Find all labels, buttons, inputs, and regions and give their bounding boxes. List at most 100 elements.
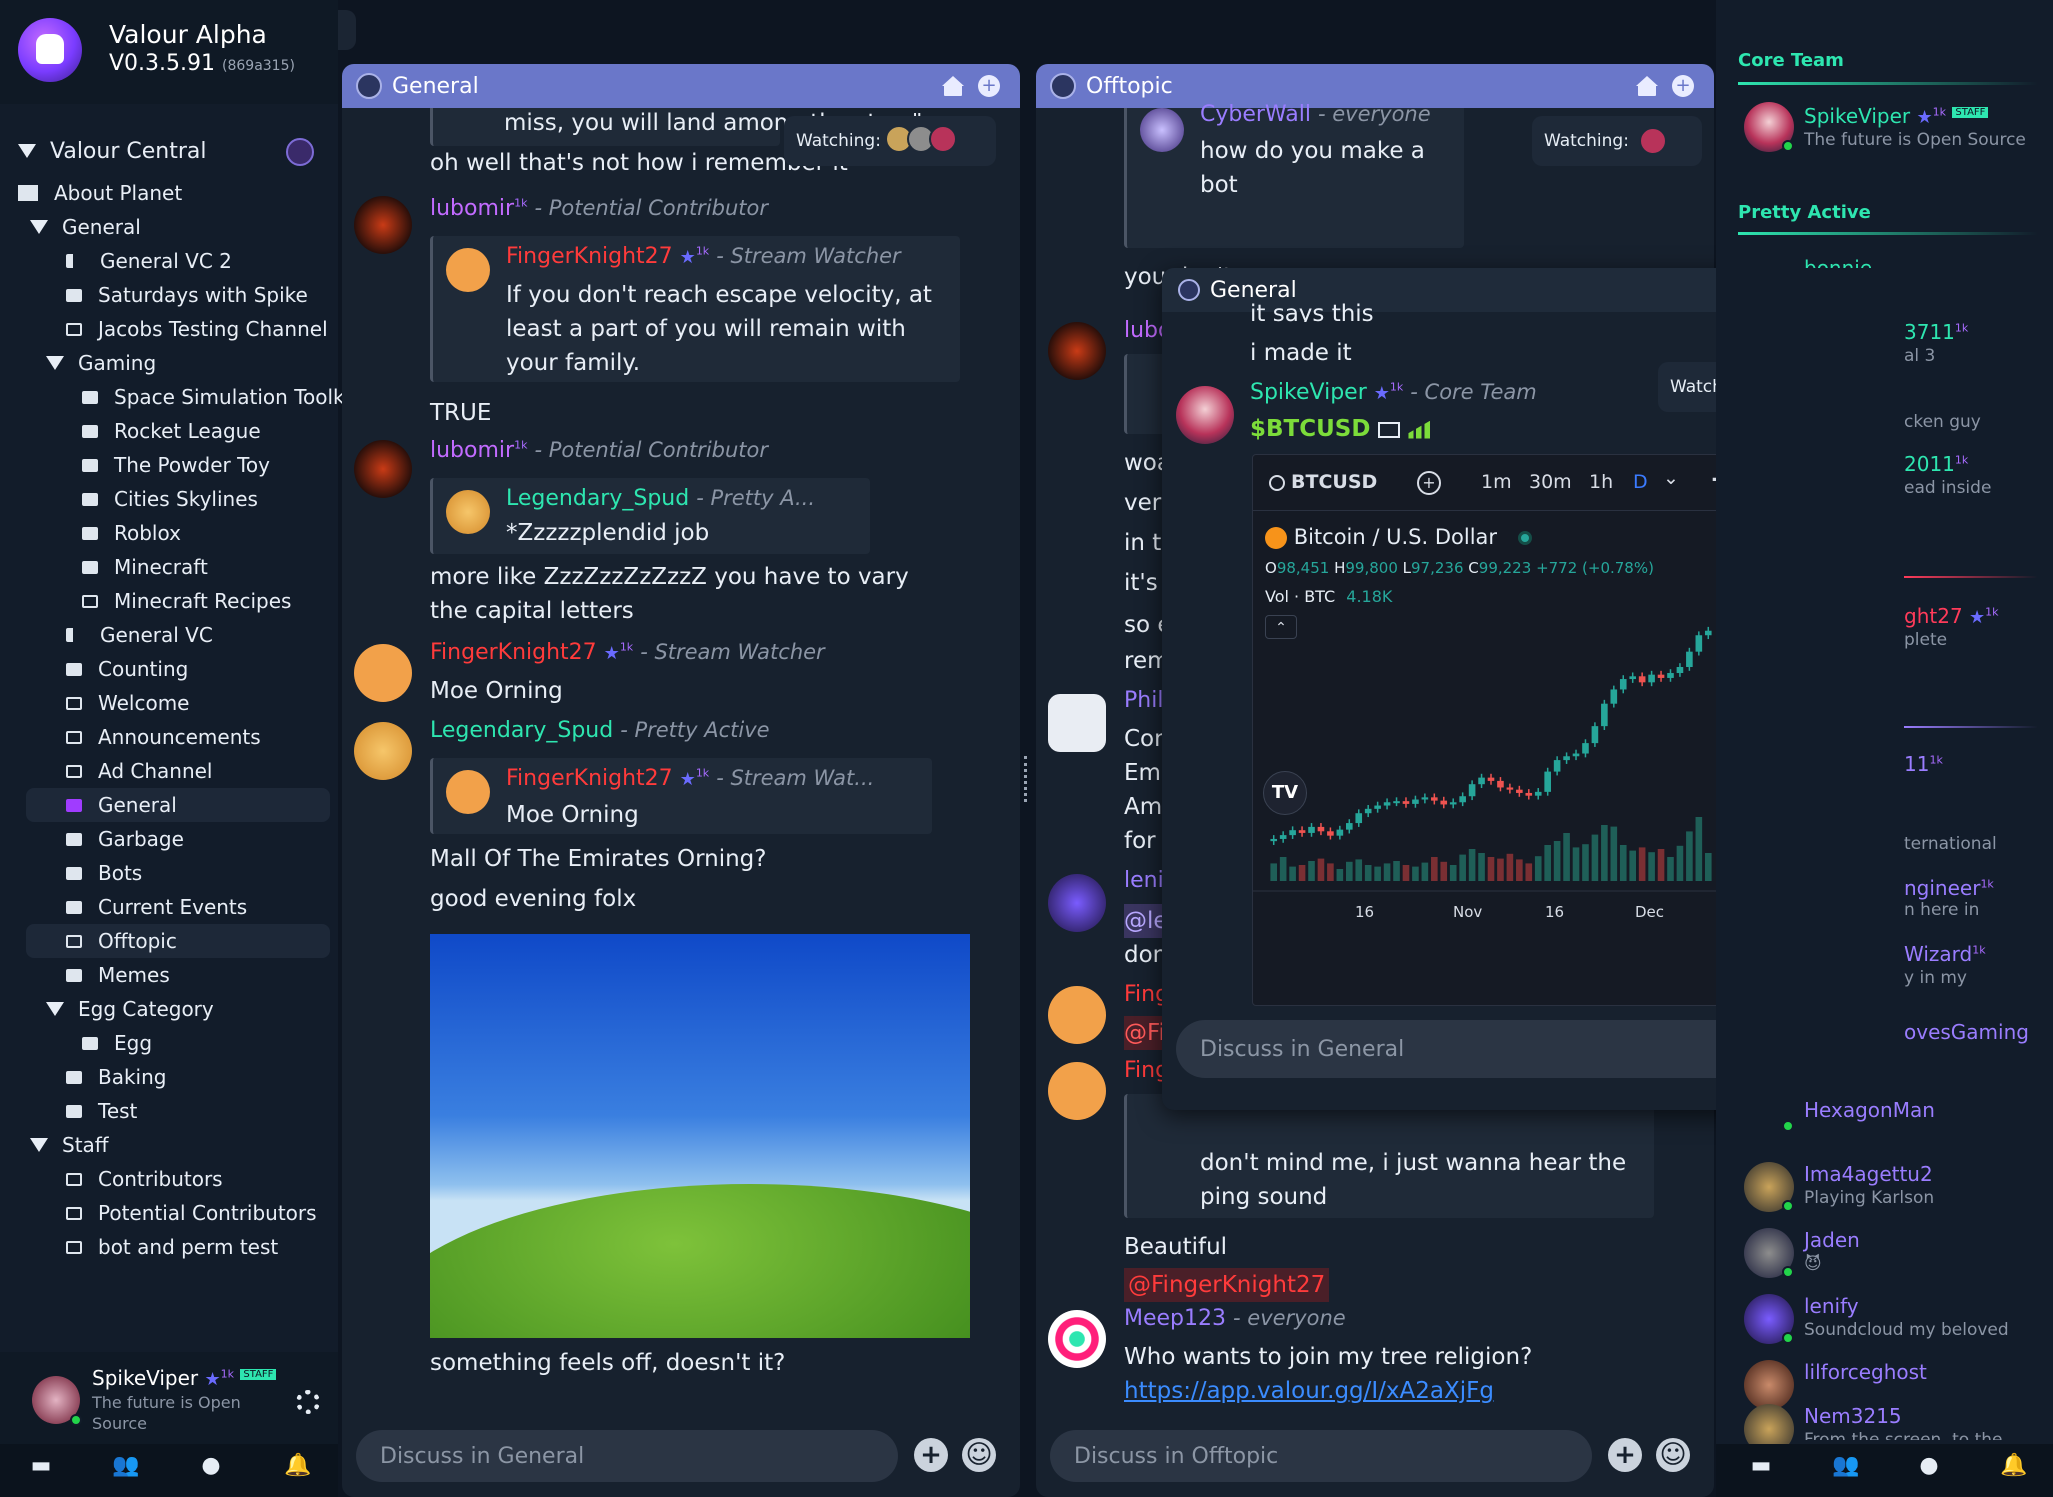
member-name[interactable]: HexagonMan — [1804, 1098, 1935, 1122]
channel-item[interactable]: General VC — [66, 618, 213, 652]
channel-item[interactable]: Ad Channel — [66, 754, 213, 788]
user-avatar[interactable] — [1048, 322, 1106, 380]
member-name[interactable]: SpikeViper ★1k STAFF — [1804, 104, 1989, 128]
channel-item[interactable]: Potential Contributors — [66, 1196, 317, 1230]
channel-item[interactable]: General — [26, 788, 330, 822]
member-name[interactable]: ovesGaming — [1904, 1020, 2029, 1044]
message-author[interactable]: leni — [1124, 868, 1164, 893]
member-name[interactable]: 111k — [1904, 752, 1943, 776]
gear-icon[interactable] — [296, 1390, 320, 1414]
user-avatar[interactable] — [1048, 986, 1106, 1044]
tradingview-logo-icon[interactable]: TV — [1263, 771, 1307, 815]
channel-item[interactable]: Bots — [66, 856, 142, 890]
channel-item[interactable]: Cities Skylines — [82, 482, 258, 516]
friends-nav-icon[interactable]: 👥 — [1832, 1453, 1859, 1479]
channel-item[interactable]: Memes — [66, 958, 170, 992]
panel-resize-handle[interactable] — [1024, 756, 1032, 802]
chevron-down-icon[interactable]: ⌄ — [1663, 467, 1679, 489]
message-author[interactable]: lubomir1k - Potential Contributor — [430, 196, 768, 221]
channel-item[interactable]: Space Simulation Toolkit — [82, 380, 358, 414]
category-item[interactable]: Gaming — [46, 346, 156, 380]
home-icon[interactable] — [1636, 76, 1658, 96]
profile-nav-icon[interactable]: ● — [1916, 1453, 1942, 1479]
user-avatar[interactable] — [1048, 1062, 1106, 1120]
member-name[interactable]: ngineer1k — [1904, 876, 1994, 900]
message-author[interactable]: Legendary_Spud - Pretty Active — [430, 718, 770, 743]
interval-1m[interactable]: 1m — [1481, 471, 1512, 493]
user-avatar[interactable] — [354, 722, 412, 780]
message-author[interactable]: FingerKnight27 ★1k - Stream Watcher — [430, 640, 825, 665]
message-author[interactable]: lubomir1k - Potential Contributor — [430, 438, 768, 463]
user-avatar[interactable] — [354, 196, 412, 254]
popup-message-input[interactable]: Discuss in General — [1176, 1020, 1766, 1078]
category-item[interactable]: Egg Category — [46, 992, 214, 1026]
channel-item[interactable]: Offtopic — [26, 924, 330, 958]
member-name[interactable]: 20111k — [1904, 452, 1968, 476]
channel-item[interactable]: Counting — [66, 652, 188, 686]
symbol-search[interactable]: BTCUSD — [1269, 471, 1377, 493]
channel-item[interactable]: Welcome — [66, 686, 189, 720]
mention-text[interactable]: @le — [1124, 904, 1168, 938]
channel-item[interactable]: Saturdays with Spike — [66, 278, 308, 312]
category-item[interactable]: General — [30, 210, 141, 244]
mention-text[interactable]: @Fi — [1124, 1016, 1165, 1050]
valour-logo-icon[interactable] — [18, 18, 82, 82]
channel-item[interactable]: Baking — [66, 1060, 167, 1094]
channel-item[interactable]: Rocket League — [82, 414, 261, 448]
channel-item[interactable]: Minecraft — [82, 550, 208, 584]
user-avatar[interactable] — [1048, 874, 1106, 932]
channel-item[interactable]: General VC 2 — [66, 244, 232, 278]
channel-item[interactable]: Roblox — [82, 516, 181, 550]
add-tab-icon[interactable]: + — [978, 75, 1000, 97]
member-avatar[interactable] — [1744, 1360, 1794, 1410]
message-author[interactable]: Phil — [1124, 688, 1163, 713]
channel-item[interactable]: bot and perm test — [66, 1230, 278, 1264]
channel-item[interactable]: Garbage — [66, 822, 184, 856]
channel-item[interactable]: Minecraft Recipes — [82, 584, 291, 618]
planet-header[interactable]: Valour Central — [18, 134, 206, 168]
message-author[interactable]: Meep123 - everyone — [1124, 1306, 1346, 1331]
emoji-icon[interactable]: ☺ — [962, 1438, 996, 1472]
add-attachment-icon[interactable]: + — [1608, 1438, 1642, 1472]
profile-nav-icon[interactable]: ● — [198, 1453, 224, 1479]
member-name[interactable]: lilforceghost — [1804, 1360, 1927, 1384]
mention-text[interactable]: @FingerKnight27 — [1124, 1268, 1330, 1302]
channel-item[interactable]: Jacobs Testing Channel — [66, 312, 328, 346]
message-input[interactable]: Discuss in Offtopic — [1050, 1430, 1592, 1482]
user-avatar[interactable] — [354, 440, 412, 498]
member-name[interactable]: Nem3215 — [1804, 1404, 1902, 1428]
chat-nav-icon[interactable]: ▬ — [28, 1453, 54, 1479]
notifications-nav-icon[interactable]: 🔔 — [284, 1453, 311, 1479]
channel-item[interactable]: Announcements — [66, 720, 261, 754]
about-planet[interactable]: About Planet — [18, 176, 182, 210]
add-tab-icon[interactable]: + — [1672, 75, 1694, 97]
member-name[interactable]: Wizard1k — [1904, 942, 1986, 966]
message-link[interactable]: https://app.valour.gg/I/xA2aXjFg — [1124, 1374, 1494, 1408]
member-name[interactable]: bonnie — [1804, 256, 1872, 268]
member-name[interactable]: lenify — [1804, 1294, 1859, 1318]
user-avatar[interactable] — [1048, 1310, 1106, 1368]
chat-nav-icon[interactable]: ▬ — [1748, 1453, 1774, 1479]
notifications-nav-icon[interactable]: 🔔 — [2000, 1453, 2027, 1479]
member-name[interactable]: Jaden — [1804, 1228, 1860, 1252]
member-name[interactable]: Ima4agettu2 — [1804, 1162, 1933, 1186]
member-name[interactable]: ght27 ★1k — [1904, 604, 1999, 628]
member-name[interactable]: 37111k — [1904, 320, 1968, 344]
home-icon[interactable] — [942, 76, 964, 96]
interval-1h[interactable]: 1h — [1589, 471, 1613, 493]
channel-item[interactable]: The Powder Toy — [82, 448, 270, 482]
friends-nav-icon[interactable]: 👥 — [112, 1453, 139, 1479]
emoji-icon[interactable]: ☺ — [1656, 1438, 1690, 1472]
sidebar-collapse-handle[interactable] — [338, 10, 356, 50]
add-attachment-icon[interactable]: + — [914, 1438, 948, 1472]
interval-d[interactable]: D — [1633, 471, 1648, 493]
attached-image[interactable] — [430, 934, 970, 1338]
channel-item[interactable]: Egg — [82, 1026, 152, 1060]
channel-item[interactable]: Contributors — [66, 1162, 223, 1196]
channel-item[interactable]: Test — [66, 1094, 137, 1128]
category-item[interactable]: Staff — [30, 1128, 109, 1162]
planet-icon[interactable] — [286, 138, 314, 166]
compare-symbol-icon[interactable]: + — [1417, 471, 1441, 495]
message-author[interactable]: SpikeViper ★1k - Core Team — [1250, 380, 1537, 405]
message-input[interactable]: Discuss in General — [356, 1430, 898, 1482]
